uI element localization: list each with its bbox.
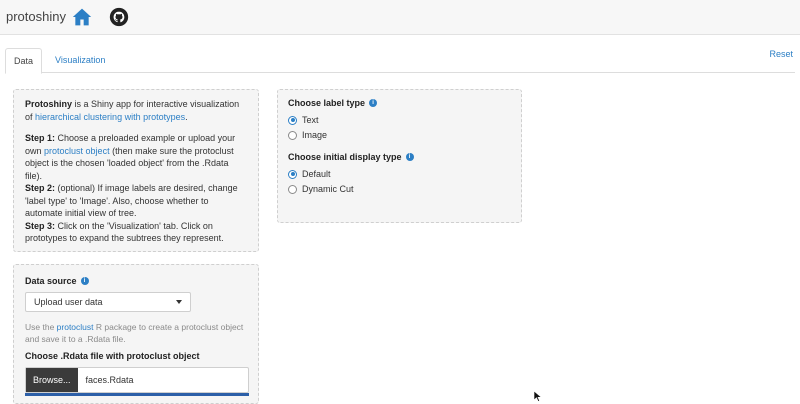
data-source-header: Data source i <box>25 276 247 286</box>
hierarchical-clustering-link[interactable]: hierarchical clustering with prototypes <box>35 112 185 122</box>
intro-brand: Protoshiny <box>25 99 73 109</box>
radio-unchecked-icon[interactable] <box>288 184 297 194</box>
info-icon[interactable]: i <box>80 277 89 285</box>
radio-label: Text <box>302 115 319 125</box>
step2-text: (optional) If image labels are desired, … <box>25 183 238 218</box>
tab-data[interactable]: Data <box>5 48 43 74</box>
reset-link[interactable]: Reset <box>769 49 793 59</box>
github-icon[interactable] <box>109 7 129 27</box>
data-source-select[interactable]: Upload user data <box>25 292 191 312</box>
label-type-title: Choose label type <box>288 98 366 108</box>
data-source-select-value: Upload user data <box>34 297 103 307</box>
radio-label: Dynamic Cut <box>302 184 354 194</box>
radio-label-text[interactable]: Text <box>288 115 511 125</box>
tab-bar: Data Visualization <box>5 48 795 74</box>
info-icon[interactable]: i <box>405 153 414 161</box>
data-source-help: Use the protoclust R package to create a… <box>25 321 247 345</box>
upload-progress-bar <box>25 393 249 396</box>
data-source-title: Data source <box>25 276 77 286</box>
data-source-panel: Data source i Upload user data Use the p… <box>13 264 259 404</box>
display-type-title: Choose initial display type <box>288 152 402 162</box>
info-icon[interactable]: i <box>369 99 378 107</box>
step3-text: Click on the 'Visualization' tab. Click … <box>25 220 224 244</box>
label-type-header: Choose label type i <box>288 98 511 108</box>
protoclust-object-link[interactable]: protoclust object <box>44 146 110 156</box>
options-panel: Choose label type i Text Image Choose in… <box>277 89 522 223</box>
display-type-header: Choose initial display type i <box>288 152 511 162</box>
radio-label: Default <box>302 169 331 179</box>
step2-label: Step 2: <box>25 183 56 193</box>
radio-checked-icon[interactable] <box>288 115 297 125</box>
mouse-cursor-icon <box>533 390 543 402</box>
file-input-label: Choose .Rdata file with protoclust objec… <box>25 351 200 361</box>
step1-label: Step 1: <box>25 133 56 143</box>
browse-button[interactable]: Browse... <box>26 368 78 392</box>
tab-visualization[interactable]: Visualization <box>47 48 113 72</box>
home-icon[interactable] <box>72 7 92 27</box>
navbar: protoshiny <box>0 0 800 35</box>
intro-steps: Step 1: Choose a preloaded example or up… <box>25 132 247 245</box>
intro-panel: Protoshiny is a Shiny app for interactiv… <box>13 89 259 252</box>
step3-label: Step 3: <box>25 220 56 231</box>
file-input[interactable]: Browse... faces.Rdata <box>25 367 249 393</box>
app-brand[interactable]: protoshiny <box>6 9 66 24</box>
radio-label: Image <box>302 130 328 140</box>
radio-display-default[interactable]: Default <box>288 169 511 179</box>
radio-unchecked-icon[interactable] <box>288 130 297 140</box>
help-text-pre: Use the <box>25 322 57 332</box>
radio-display-dynamic-cut[interactable]: Dynamic Cut <box>288 184 511 194</box>
intro-desc-end: . <box>185 111 188 122</box>
file-name: faces.Rdata <box>85 375 134 385</box>
chevron-down-icon <box>176 300 182 304</box>
intro-description: Protoshiny is a Shiny app for interactiv… <box>25 98 247 123</box>
radio-checked-icon[interactable] <box>288 169 297 179</box>
protoclust-package-link[interactable]: protoclust <box>57 322 94 332</box>
radio-label-image[interactable]: Image <box>288 130 511 140</box>
